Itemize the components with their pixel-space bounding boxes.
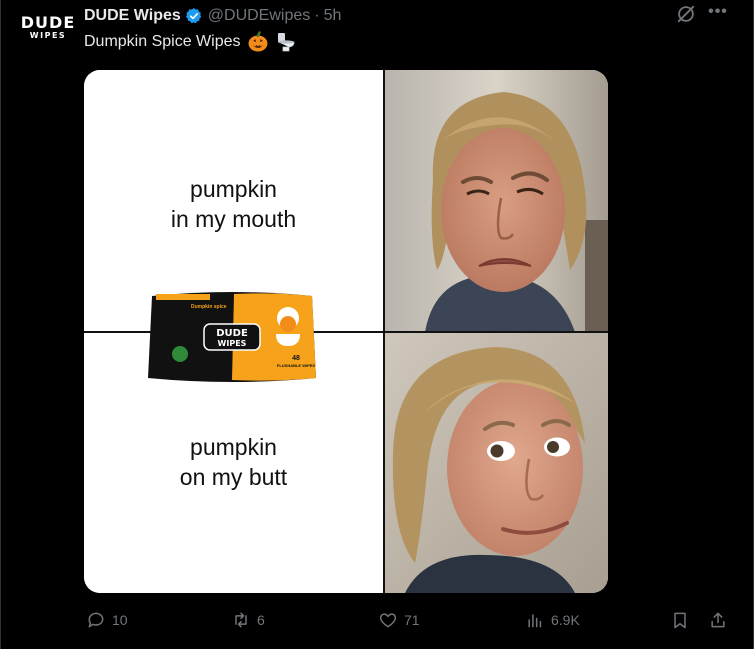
grok-icon[interactable]: [675, 3, 697, 25]
share-icon: [711, 612, 725, 628]
pack-count-label: FLUSHABLE WIPES: [277, 363, 316, 368]
reply-icon: [88, 612, 104, 628]
tweet-media[interactable]: pumpkin in my mouth pumpkin on my butt D…: [84, 70, 608, 593]
views-button[interactable]: 6.9K: [525, 610, 580, 630]
avatar-logo-line2: WIPES: [29, 30, 67, 40]
avatar-logo-line1: DUDE: [20, 12, 76, 32]
verified-badge-icon[interactable]: [185, 7, 203, 25]
jack-o-lantern-icon: [248, 31, 267, 52]
like-count: 71: [404, 612, 420, 628]
bookmark-button[interactable]: [670, 610, 696, 630]
pack-brand-line2: WIPES: [218, 339, 247, 348]
like-button[interactable]: 71: [378, 610, 420, 630]
dude-wipes-pack-image: Dumpkin spice DUDE WIPES 48 FLUSHABLE WI…: [148, 292, 316, 382]
reply-count: 10: [112, 612, 128, 628]
bookmark-icon: [674, 612, 686, 629]
tweet-header: DUDE Wipes @DUDEwipes · 5h: [84, 6, 341, 26]
meme-top-caption-text: pumpkin in my mouth: [170, 176, 297, 232]
meme-photo-disgusted-face: [385, 70, 608, 332]
meme-bottom-caption: pumpkin on my butt: [84, 432, 383, 492]
pack-brand-line1: DUDE: [216, 328, 248, 339]
tweet-actions: 10 6 71 6.9K: [84, 610, 734, 634]
tweet-text-content: Dumpkin Spice Wipes: [84, 33, 241, 50]
avatar[interactable]: DUDE WIPES: [20, 12, 76, 42]
author-handle[interactable]: @DUDEwipes: [208, 7, 310, 25]
like-icon: [379, 613, 397, 628]
views-icon: [528, 614, 542, 628]
repost-icon: [235, 612, 247, 628]
meta-separator: ·: [314, 7, 320, 24]
tweet-timestamp[interactable]: 5h: [324, 7, 342, 25]
pack-count: 48: [292, 355, 300, 362]
meme-bottom-caption-text: pumpkin on my butt: [179, 434, 288, 490]
meme-photo-approving-face: [385, 333, 608, 593]
repost-button[interactable]: 6: [231, 610, 265, 630]
repost-count: 6: [257, 612, 265, 628]
share-button[interactable]: [708, 610, 734, 630]
timeline-left-border: [0, 0, 1, 649]
author-name[interactable]: DUDE Wipes: [84, 7, 181, 25]
more-icon[interactable]: •••: [705, 2, 731, 22]
toilet-icon: [277, 33, 294, 52]
reply-button[interactable]: 10: [86, 610, 128, 630]
pack-variant: Dumpkin spice: [191, 304, 227, 310]
views-count: 6.9K: [551, 612, 580, 628]
tweet-text: Dumpkin Spice Wipes: [84, 31, 297, 53]
meme-top-caption: pumpkin in my mouth: [84, 174, 383, 234]
